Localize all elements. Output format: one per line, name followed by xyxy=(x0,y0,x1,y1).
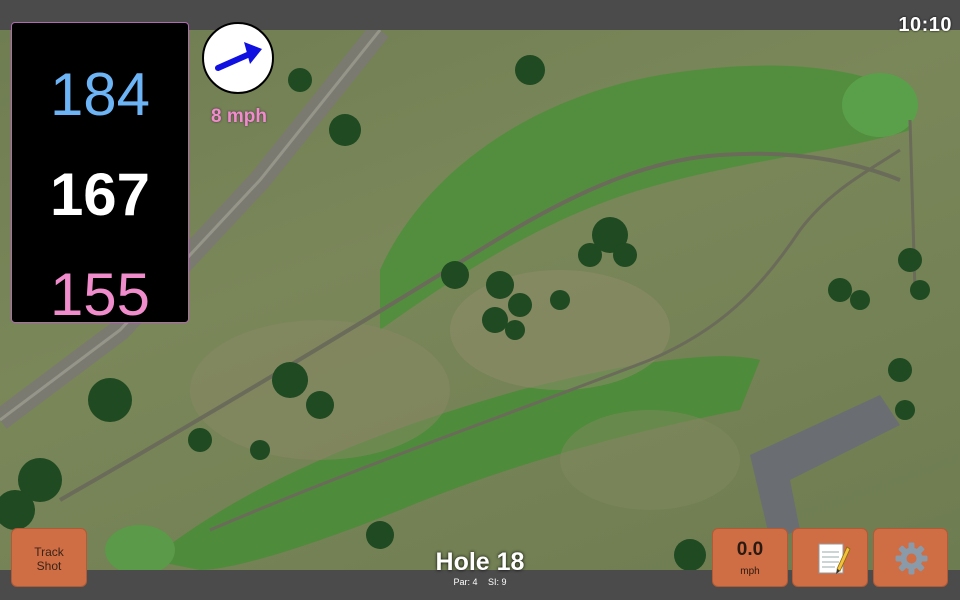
hole-info: Par: 4 SI: 9 xyxy=(380,577,580,587)
wind-indicator xyxy=(202,22,274,94)
front-distance: 155 xyxy=(49,261,151,328)
speed-button[interactable]: 0.0 mph xyxy=(712,528,788,587)
notepad-icon xyxy=(818,543,851,574)
par-label: Par: 4 xyxy=(453,577,478,587)
speed-value: 0.0 xyxy=(736,539,764,560)
hole-title: Hole 18 xyxy=(435,548,525,576)
stroke-index-label: SI: 9 xyxy=(488,577,507,587)
gear-icon xyxy=(895,542,928,575)
wind-speed: 8 mph xyxy=(211,106,267,127)
settings-button[interactable] xyxy=(873,528,948,587)
wind-arrow-icon xyxy=(215,42,262,71)
middle-distance: 167 xyxy=(49,161,151,228)
back-distance: 184 xyxy=(49,61,151,128)
notes-button[interactable] xyxy=(792,528,868,587)
speed-unit: mph xyxy=(740,566,760,577)
track-shot-button[interactable]: Track Shot xyxy=(11,528,87,587)
distance-panel: 184 167 155 xyxy=(11,22,189,328)
clock: 10:10 xyxy=(898,14,952,36)
